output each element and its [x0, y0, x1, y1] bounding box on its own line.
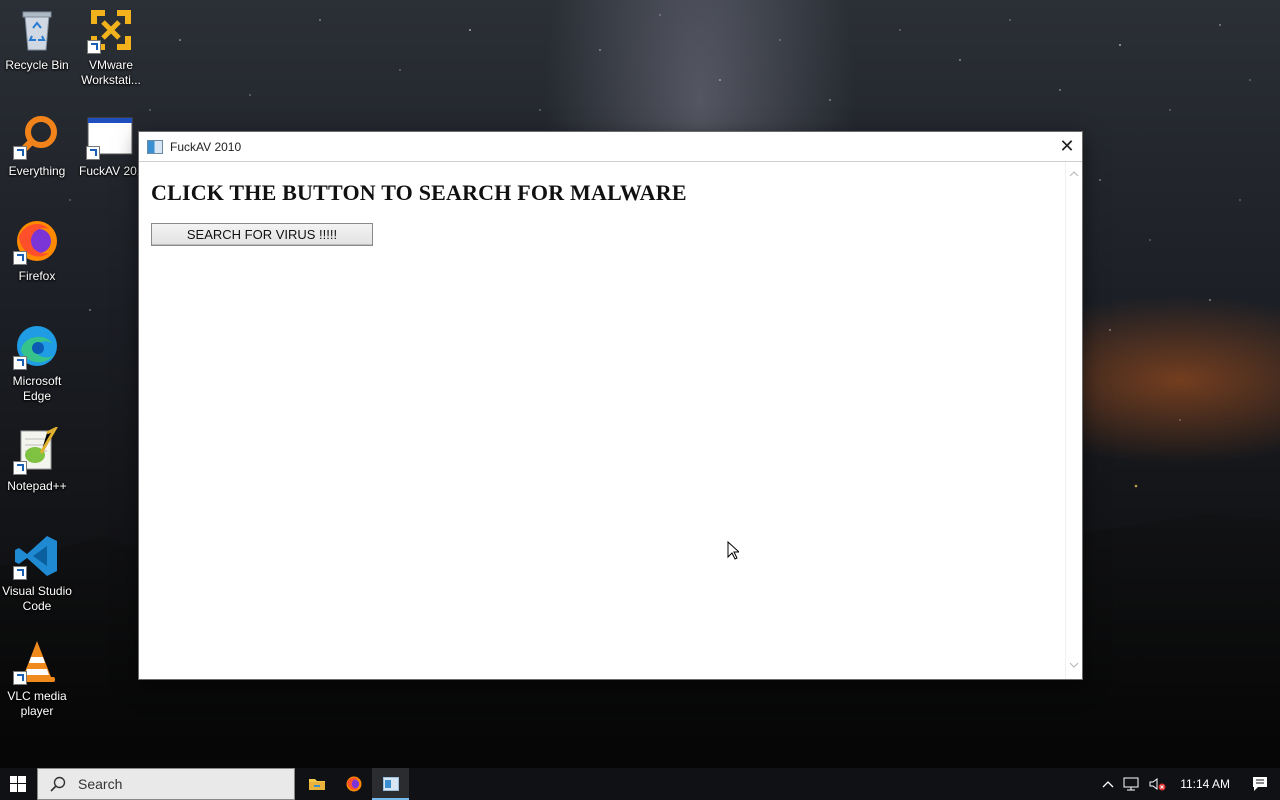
- desktop-icon-fuckav[interactable]: FuckAV 201: [74, 112, 140, 179]
- desktop-icon-label: Everything: [8, 164, 66, 178]
- desktop-icon-vmware[interactable]: VMware Workstati...: [74, 6, 148, 88]
- taskbar-clock[interactable]: 11:14 AM: [1170, 768, 1240, 800]
- window-content: CLICK THE BUTTON TO SEARCH FOR MALWARE S…: [139, 162, 1066, 679]
- tray-volume-button[interactable]: [1144, 768, 1170, 800]
- shortcut-arrow-icon: [13, 356, 27, 370]
- search-for-virus-button[interactable]: SEARCH FOR VIRUS !!!!!: [151, 223, 373, 246]
- desktop-icon-label: Notepad++: [7, 479, 67, 493]
- window-titlebar[interactable]: FuckAV 2010 ✕: [139, 132, 1082, 162]
- shortcut-arrow-icon: [87, 40, 101, 54]
- tray-network-button[interactable]: [1118, 768, 1144, 800]
- scroll-up-icon[interactable]: [1066, 166, 1082, 182]
- recycle-bin-icon: [13, 6, 61, 54]
- vlc-icon: [13, 637, 61, 685]
- shortcut-arrow-icon: [13, 566, 27, 580]
- notification-icon: [1253, 777, 1267, 791]
- desktop-icon-label: Recycle Bin: [5, 58, 69, 72]
- shortcut-arrow-icon: [13, 251, 27, 265]
- edge-icon: [13, 322, 61, 370]
- desktop-icon-notepadpp[interactable]: Notepad++: [0, 427, 74, 494]
- shortcut-arrow-icon: [13, 461, 27, 475]
- windows-logo-icon: [10, 776, 26, 792]
- shortcut-arrow-icon: [13, 671, 27, 685]
- shortcut-arrow-icon: [86, 146, 100, 160]
- desktop-icon-label: VLC media player: [7, 689, 67, 718]
- search-placeholder: Search: [78, 776, 123, 792]
- search-icon: [50, 776, 66, 792]
- chevron-up-icon: [1102, 781, 1114, 788]
- desktop-icon-vscode[interactable]: Visual Studio Code: [0, 532, 74, 614]
- desktop-icon-label: Visual Studio Code: [2, 584, 72, 613]
- desktop-icon-vlc[interactable]: VLC media player: [0, 637, 74, 719]
- desktop-icon-label: Microsoft Edge: [12, 374, 62, 403]
- page-heading: CLICK THE BUTTON TO SEARCH FOR MALWARE: [151, 180, 687, 205]
- volume-muted-icon: [1149, 778, 1166, 791]
- app-window: FuckAV 2010 ✕ CLICK THE BUTTON TO SEARCH…: [138, 131, 1083, 680]
- everything-search-icon: [13, 112, 61, 160]
- app-window-icon: [147, 139, 163, 154]
- action-center-button[interactable]: [1240, 768, 1280, 800]
- firefox-icon: [13, 217, 61, 265]
- shortcut-arrow-icon: [13, 146, 27, 160]
- tray-overflow-button[interactable]: [1098, 768, 1118, 800]
- system-tray: 11:14 AM: [1098, 768, 1280, 800]
- taskbar-firefox[interactable]: [335, 768, 372, 800]
- notepadpp-icon: [13, 427, 61, 475]
- vscode-icon: [13, 532, 61, 580]
- desktop-icon-label: FuckAV 201: [79, 164, 140, 178]
- scroll-down-icon[interactable]: [1066, 657, 1082, 673]
- desktop-icon-label: VMware Workstati...: [81, 58, 141, 87]
- vmware-icon: [87, 6, 135, 54]
- taskbar: Search 11:14 AM: [0, 768, 1280, 800]
- desktop-icon-firefox[interactable]: Firefox: [0, 217, 74, 284]
- desktop-icon-everything[interactable]: Everything: [0, 112, 74, 179]
- desktop-icon-recycle-bin[interactable]: Recycle Bin: [0, 6, 74, 73]
- fuckav-window-icon: [382, 777, 399, 791]
- desktop-icon-edge[interactable]: Microsoft Edge: [0, 322, 74, 404]
- taskbar-fuckav[interactable]: [372, 768, 409, 800]
- start-button[interactable]: [0, 768, 36, 800]
- app-window-icon: [86, 112, 134, 160]
- taskbar-file-explorer[interactable]: [298, 768, 335, 800]
- mouse-pointer-icon: [727, 541, 739, 560]
- file-explorer-icon: [308, 779, 325, 790]
- vertical-scrollbar[interactable]: [1065, 162, 1082, 679]
- desktop-icon-label: Firefox: [18, 269, 56, 283]
- taskbar-search-box[interactable]: Search: [37, 768, 295, 800]
- network-icon: [1123, 777, 1139, 791]
- window-title: FuckAV 2010: [170, 139, 242, 154]
- close-button[interactable]: ✕: [1052, 132, 1082, 161]
- firefox-icon: [346, 776, 361, 792]
